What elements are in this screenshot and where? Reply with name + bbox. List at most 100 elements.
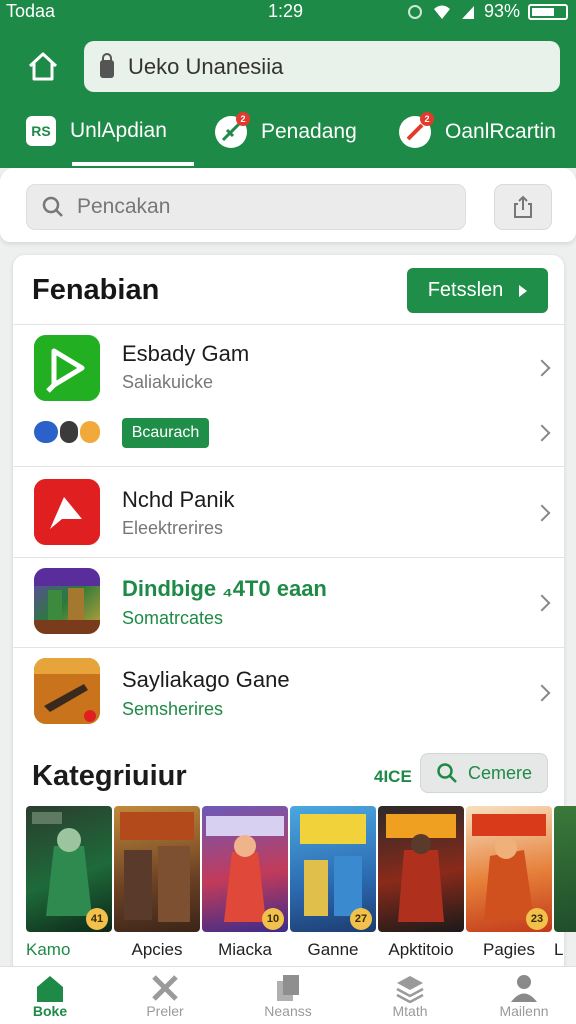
nav-label: Preler xyxy=(146,1003,184,1019)
category-thumbnail xyxy=(114,806,200,932)
app-icon xyxy=(34,568,100,634)
nav-home[interactable]: Boke xyxy=(0,973,100,1019)
app-subtitle: Semsherires xyxy=(122,699,224,719)
featured-button[interactable]: Fetsslen xyxy=(407,268,548,313)
list-item[interactable]: Bcaurach xyxy=(13,411,564,467)
nav-profile[interactable]: Mailenn xyxy=(474,973,574,1019)
nav-mtath[interactable]: Mtath xyxy=(360,973,460,1019)
address-text: Ueko Unanesiia xyxy=(128,53,284,79)
nav-label: Boke xyxy=(32,1003,68,1019)
share-button[interactable] xyxy=(494,184,552,230)
category-item[interactable]: L xyxy=(554,806,576,960)
category-item[interactable]: Miacka 10 xyxy=(202,806,288,960)
search-card xyxy=(0,168,576,242)
app-icon xyxy=(34,479,100,545)
app-name: Nchd Panik xyxy=(122,487,235,512)
carrier-label: Todaa xyxy=(6,1,56,21)
category-item[interactable]: Pagies 23 xyxy=(466,806,552,960)
wifi-icon xyxy=(433,5,450,19)
app-name: Esbady Gam xyxy=(122,341,250,366)
sync-icon xyxy=(407,4,422,19)
search-box[interactable] xyxy=(26,184,466,230)
status-icons: 93% xyxy=(406,1,568,22)
category-badge: 27 xyxy=(350,908,372,930)
category-badge: 23 xyxy=(526,908,548,930)
search-icon xyxy=(42,196,63,217)
tag-button[interactable]: Bcaurach xyxy=(122,418,209,448)
bottom-navigation: Boke Preler Neanss Mtath Mailenn xyxy=(0,966,576,1024)
featured-title: Fenabian xyxy=(32,274,160,306)
categories-count: 4ICE xyxy=(374,767,412,786)
tab-unlapdian[interactable]: RS UnlApdian xyxy=(26,116,167,146)
battery-percent: 93% xyxy=(483,1,520,21)
category-label: Ganne xyxy=(307,940,359,959)
category-label: Pagies xyxy=(483,940,535,959)
app-header: Ueko Unanesiia RS UnlApdian 2 Penadang 2… xyxy=(0,24,576,168)
tab-label: Penadang xyxy=(261,120,357,143)
category-thumbnail xyxy=(554,806,576,932)
categories-search-button[interactable]: Cemere xyxy=(420,753,548,793)
list-item[interactable]: Nchd Panik Eleektrerires xyxy=(13,466,564,557)
tab-label: UnlApdian xyxy=(70,119,167,142)
battery-icon xyxy=(528,3,568,20)
tab-label: OanlRcartin xyxy=(445,120,556,143)
share-icon xyxy=(514,195,532,218)
chevron-right-icon xyxy=(533,684,551,702)
list-item[interactable]: Dindbige ₄4T0 eaan Somatrcates xyxy=(13,557,564,647)
category-strip: Kamo 41 Apcies Miacka 10 Ganne 27 Apktit… xyxy=(12,806,576,966)
clock: 1:29 xyxy=(268,1,304,21)
category-badge: 41 xyxy=(86,908,108,930)
categories-title: Kategriuiur xyxy=(32,760,187,792)
nav-neanss[interactable]: Neanss xyxy=(238,973,338,1019)
app-name: Dindbige ₄4T0 eaan xyxy=(122,576,327,601)
category-badge: 10 xyxy=(262,908,284,930)
nav-label: Mailenn xyxy=(499,1003,549,1019)
notification-badge: 2 xyxy=(420,112,434,126)
home-icon xyxy=(28,52,58,81)
status-bar: Todaa 1:29 93% xyxy=(0,0,576,24)
address-bar[interactable]: Ueko Unanesiia xyxy=(84,41,560,92)
nav-label: Neanss xyxy=(264,1003,312,1019)
rocket-icon: 2 xyxy=(399,112,434,148)
featured-button-label: Fetsslen xyxy=(427,279,504,301)
chevron-right-icon xyxy=(533,424,551,442)
category-thumbnail xyxy=(378,806,464,932)
chevron-right-icon xyxy=(533,594,551,612)
app-name: Sayliakago Gane xyxy=(122,667,290,692)
home-button[interactable] xyxy=(24,48,62,86)
list-item[interactable]: Esbady Gam Saliakuicke xyxy=(13,324,564,411)
signal-icon xyxy=(461,5,474,19)
person-icon xyxy=(511,975,537,1002)
category-item[interactable]: Kamo 41 xyxy=(26,806,112,960)
play-icon xyxy=(519,284,528,297)
category-label: L xyxy=(554,940,564,959)
search-icon xyxy=(437,763,457,783)
chevron-right-icon xyxy=(533,504,551,522)
category-item[interactable]: Ganne 27 xyxy=(290,806,376,960)
documents-icon xyxy=(277,975,299,1001)
top-tabs: RS UnlApdian 2 Penadang 2 OanlRcartin xyxy=(0,112,576,168)
app-icon xyxy=(34,335,100,401)
app-subtitle: Somatrcates xyxy=(122,608,224,628)
tab-penadang[interactable]: 2 Penadang xyxy=(215,112,357,148)
tab-oanlrcartin[interactable]: 2 OanlRcartin xyxy=(399,112,556,148)
categories-search-label: Cemere xyxy=(467,762,533,783)
nav-preler[interactable]: Preler xyxy=(115,973,215,1019)
list-item[interactable]: Sayliakago Gane Semsherires xyxy=(13,647,564,737)
layers-icon xyxy=(396,976,424,1003)
nav-label: Mtath xyxy=(392,1003,428,1019)
category-item[interactable]: Apktitoio xyxy=(378,806,464,960)
plane-icon: 2 xyxy=(215,112,250,148)
category-label: Apktitoio xyxy=(388,940,454,959)
category-label: Kamo xyxy=(26,940,71,959)
search-input[interactable] xyxy=(77,195,437,219)
category-label: Miacka xyxy=(218,940,272,959)
active-tab-indicator xyxy=(72,162,194,166)
notification-badge: 2 xyxy=(236,112,250,126)
category-item[interactable]: Apcies xyxy=(114,806,200,960)
app-icon xyxy=(34,658,100,724)
chevron-right-icon xyxy=(533,359,551,377)
rs-logo-icon: RS xyxy=(26,116,56,146)
category-label: Apcies xyxy=(131,940,183,959)
partner-logo-icon xyxy=(34,419,100,445)
